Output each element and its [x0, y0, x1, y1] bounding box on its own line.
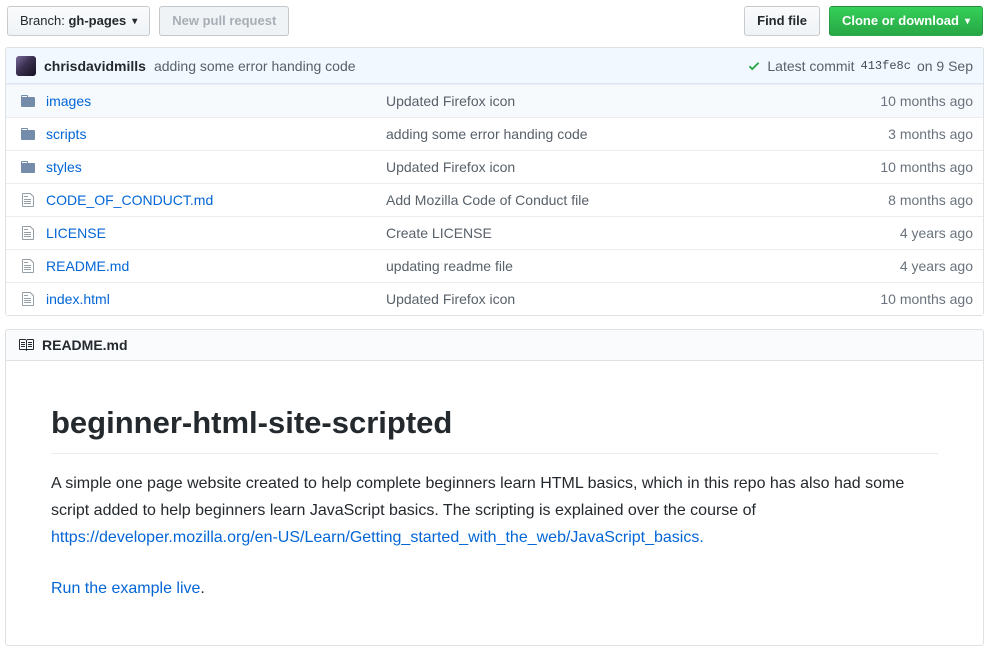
readme-paragraph-text: A simple one page website created to hel… — [51, 475, 904, 519]
commit-sha-link[interactable]: 413fe8c — [861, 59, 911, 73]
table-row: README.md updating readme file 4 years a… — [6, 249, 983, 282]
commit-message-cell: Updated Firefox icon — [386, 291, 793, 307]
commit-summary: chrisdavidmills adding some error handin… — [16, 56, 356, 76]
file-link[interactable]: README.md — [46, 258, 129, 274]
folder-icon — [20, 93, 36, 109]
row-commit-message-link[interactable]: adding some error handing code — [386, 126, 588, 142]
commit-message-cell: Updated Firefox icon — [386, 93, 793, 109]
age-cell: 4 years ago — [793, 225, 973, 241]
mdn-link[interactable]: https://developer.mozilla.org/en-US/Lear… — [51, 529, 699, 546]
clone-or-download-button[interactable]: Clone or download ▾ — [829, 6, 983, 36]
file-name-cell: CODE_OF_CONDUCT.md — [16, 192, 386, 208]
commit-message-cell: Updated Firefox icon — [386, 159, 793, 175]
commit-message-cell: adding some error handing code — [386, 126, 793, 142]
toolbar-right: Find file Clone or download ▾ — [744, 6, 983, 36]
commit-message-cell: Create LICENSE — [386, 225, 793, 241]
file-link[interactable]: scripts — [46, 126, 86, 142]
clone-or-download-label: Clone or download — [842, 12, 959, 30]
table-row: images Updated Firefox icon 10 months ag… — [6, 84, 983, 117]
file-link[interactable]: index.html — [46, 291, 110, 307]
file-name-cell: index.html — [16, 291, 386, 307]
row-commit-message-link[interactable]: Updated Firefox icon — [386, 93, 515, 109]
file-name-cell: LICENSE — [16, 225, 386, 241]
commit-message-link[interactable]: adding some error handing code — [154, 58, 356, 74]
branch-button-text: Branch: gh-pages — [20, 12, 126, 30]
file-icon — [20, 192, 36, 208]
row-commit-message-link[interactable]: Updated Firefox icon — [386, 291, 515, 307]
table-row: index.html Updated Firefox icon 10 month… — [6, 282, 983, 315]
file-navigation-toolbar: Branch: gh-pages ▾ New pull request Find… — [5, 5, 984, 45]
file-name-cell: README.md — [16, 258, 386, 274]
avatar[interactable] — [16, 56, 36, 76]
mdn-link-period: . — [699, 529, 703, 546]
run-live-period: . — [200, 580, 204, 597]
age-cell: 8 months ago — [793, 192, 973, 208]
find-file-button[interactable]: Find file — [744, 6, 820, 36]
file-link[interactable]: CODE_OF_CONDUCT.md — [46, 192, 213, 208]
row-commit-message-link[interactable]: Add Mozilla Code of Conduct file — [386, 192, 589, 208]
age-cell: 3 months ago — [793, 126, 973, 142]
branch-name-label: gh-pages — [68, 13, 126, 28]
file-link[interactable]: styles — [46, 159, 82, 175]
caret-down-icon: ▾ — [965, 17, 970, 27]
folder-icon — [20, 159, 36, 175]
file-icon — [20, 225, 36, 241]
book-icon — [18, 337, 34, 353]
new-pull-request-label: New pull request — [172, 12, 276, 30]
file-name-cell: images — [16, 93, 386, 109]
table-row: CODE_OF_CONDUCT.md Add Mozilla Code of C… — [6, 183, 983, 216]
branch-prefix-label: Branch: — [20, 13, 65, 28]
readme-header: README.md — [6, 330, 983, 361]
branch-select-button[interactable]: Branch: gh-pages ▾ — [7, 6, 150, 36]
toolbar-left: Branch: gh-pages ▾ New pull request — [7, 6, 289, 36]
commit-message-cell: updating readme file — [386, 258, 793, 274]
commit-date-label: on 9 Sep — [917, 58, 973, 74]
repo-page: Branch: gh-pages ▾ New pull request Find… — [0, 0, 989, 629]
table-row: styles Updated Firefox icon 10 months ag… — [6, 150, 983, 183]
row-commit-message-link[interactable]: Updated Firefox icon — [386, 159, 515, 175]
readme-title: README.md — [42, 337, 128, 353]
table-row: scripts adding some error handing code 3… — [6, 117, 983, 150]
caret-down-icon: ▾ — [132, 17, 137, 27]
file-icon — [20, 291, 36, 307]
latest-commit-info: Latest commit 413fe8c on 9 Sep — [747, 58, 973, 74]
commit-message-cell: Add Mozilla Code of Conduct file — [386, 192, 793, 208]
age-cell: 4 years ago — [793, 258, 973, 274]
readme-body: beginner-html-site-scripted A simple one… — [6, 361, 983, 645]
folder-icon — [20, 126, 36, 142]
files-box: chrisdavidmills adding some error handin… — [5, 47, 984, 316]
readme-heading: beginner-html-site-scripted — [51, 405, 938, 454]
run-live-paragraph: Run the example live. — [51, 576, 938, 603]
file-link[interactable]: LICENSE — [46, 225, 106, 241]
commit-author-link[interactable]: chrisdavidmills — [44, 58, 146, 74]
age-cell: 10 months ago — [793, 291, 973, 307]
find-file-label: Find file — [757, 12, 807, 30]
new-pull-request-button[interactable]: New pull request — [159, 6, 289, 36]
run-example-live-link[interactable]: Run the example live — [51, 580, 200, 597]
file-name-cell: styles — [16, 159, 386, 175]
table-row: LICENSE Create LICENSE 4 years ago — [6, 216, 983, 249]
row-commit-message-link[interactable]: updating readme file — [386, 258, 513, 274]
file-icon — [20, 258, 36, 274]
age-cell: 10 months ago — [793, 159, 973, 175]
file-link[interactable]: images — [46, 93, 91, 109]
row-commit-message-link[interactable]: Create LICENSE — [386, 225, 492, 241]
readme-paragraph: A simple one page website created to hel… — [51, 471, 938, 552]
latest-commit-label: Latest commit — [767, 58, 854, 74]
readme-box: README.md beginner-html-site-scripted A … — [5, 329, 984, 646]
check-icon — [747, 59, 761, 73]
file-name-cell: scripts — [16, 126, 386, 142]
latest-commit-bar: chrisdavidmills adding some error handin… — [6, 48, 983, 84]
age-cell: 10 months ago — [793, 93, 973, 109]
